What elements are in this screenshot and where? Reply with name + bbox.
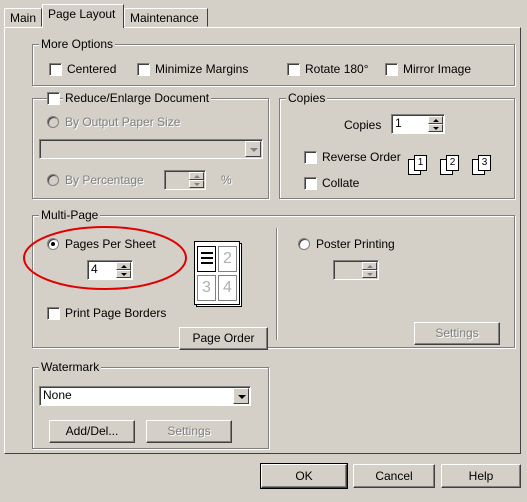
by-output-paper-size-radio[interactable] xyxy=(47,116,59,128)
centered-checkbox[interactable] xyxy=(49,63,62,76)
copies-label: Copies xyxy=(344,118,382,132)
watermark-dropdown-arrow[interactable] xyxy=(233,388,249,404)
centered-label: Centered xyxy=(67,62,117,76)
mirror-image-checkbox[interactable] xyxy=(385,63,398,76)
ok-button[interactable]: OK xyxy=(260,463,348,489)
multi-page-separator xyxy=(276,228,278,340)
print-page-borders-checkbox[interactable] xyxy=(47,307,60,320)
more-options-group: More Options Centered Minimize Margins R… xyxy=(32,37,515,86)
by-output-paper-size-label: By Output Paper Size xyxy=(65,115,181,129)
tab-maintenance[interactable]: Maintenance xyxy=(124,8,208,27)
tab-page-layout[interactable]: Page Layout xyxy=(42,4,124,28)
multi-page-group: Multi-Page Pages Per Sheet 4 Print Page … xyxy=(23,208,515,350)
reduce-enlarge-group: Reduce/Enlarge Document By Output Paper … xyxy=(32,91,269,199)
tab-main[interactable]: Main xyxy=(4,8,42,27)
paper-size-dropdown-arrow[interactable] xyxy=(245,141,261,157)
thumb-3: 3 xyxy=(197,275,216,301)
poster-settings-button[interactable]: Settings xyxy=(414,322,500,345)
percentage-spinner[interactable] xyxy=(189,172,204,188)
poster-printing-label: Poster Printing xyxy=(316,237,395,251)
copies-spinner[interactable] xyxy=(428,116,443,132)
reverse-order-label: Reverse Order xyxy=(322,150,401,164)
rotate-180-label: Rotate 180° xyxy=(305,62,369,76)
watermark-settings-button[interactable]: Settings xyxy=(146,420,232,443)
more-options-title: More Options xyxy=(39,37,116,51)
thumb-2: 2 xyxy=(218,246,237,272)
cancel-button[interactable]: Cancel xyxy=(353,464,435,488)
multi-page-title: Multi-Page xyxy=(39,208,101,222)
percent-sign: % xyxy=(221,173,232,187)
reduce-enlarge-checkbox[interactable] xyxy=(47,92,60,105)
collate-checkbox[interactable] xyxy=(304,177,317,190)
printer-properties-dialog: Main Page Layout Maintenance More Option… xyxy=(0,0,527,502)
by-percentage-radio[interactable] xyxy=(47,174,59,186)
mirror-image-label: Mirror Image xyxy=(403,62,472,76)
minimize-margins-checkbox[interactable] xyxy=(137,63,150,76)
copies-group: Copies Copies 1 Reverse Order Collate 1 … xyxy=(279,91,515,199)
watermark-title: Watermark xyxy=(39,360,102,374)
reduce-enlarge-title: Reduce/Enlarge Document xyxy=(63,91,212,105)
minimize-margins-label: Minimize Margins xyxy=(155,62,249,76)
watermark-dropdown[interactable]: None xyxy=(39,386,251,406)
by-percentage-label: By Percentage xyxy=(65,173,144,187)
reverse-order-checkbox[interactable] xyxy=(304,151,317,164)
copies-title: Copies xyxy=(286,91,328,105)
poster-size-spinner[interactable] xyxy=(362,262,377,278)
thumb-4: 4 xyxy=(218,275,237,301)
print-page-borders-label: Print Page Borders xyxy=(65,306,167,320)
watermark-add-del-button[interactable]: Add/Del... xyxy=(49,420,135,443)
poster-printing-radio[interactable] xyxy=(298,238,310,250)
page-layout-panel: More Options Centered Minimize Margins R… xyxy=(4,27,521,454)
highlight-ellipse xyxy=(23,226,187,290)
thumb-1 xyxy=(197,246,216,272)
rotate-180-checkbox[interactable] xyxy=(287,63,300,76)
help-button[interactable]: Help xyxy=(441,464,521,488)
paper-size-dropdown[interactable] xyxy=(39,139,263,159)
page-order-button[interactable]: Page Order xyxy=(179,327,268,350)
watermark-group: Watermark None Add/Del... Settings xyxy=(32,360,269,449)
collate-label: Collate xyxy=(322,176,360,190)
